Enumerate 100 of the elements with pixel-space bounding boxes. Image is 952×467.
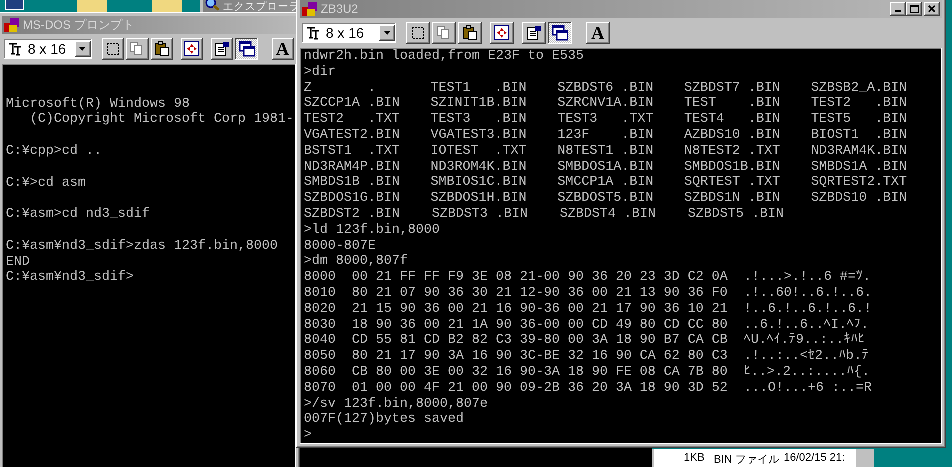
file-entry: TEST4 .BIN [684, 112, 780, 128]
copy-button[interactable] [432, 22, 456, 44]
hex-bytes: 18 90 36 00 21 1A 90 36-00 00 CD 49 80 CD CC 80 [352, 318, 728, 333]
file-entry: SMBDOS1B.BIN [684, 160, 780, 175]
console-line: 8000-807E [304, 238, 376, 254]
file-entry: SZBDS10 .BIN [811, 191, 908, 206]
four-arrows-icon [184, 41, 200, 57]
file-entry: AZBDS10 .BIN [684, 128, 780, 143]
window-title: ZB3U2 [321, 2, 360, 16]
file-entry: ND3RAM4P.BIN [304, 160, 400, 175]
ascii-dump: .!..60!..6.!..6. [744, 286, 872, 301]
full-screen-button[interactable] [490, 22, 514, 44]
file-entry: SMCCP1A .BIN [558, 175, 654, 190]
console-line: >/sv 123f.bin,8000,807e [304, 396, 488, 412]
hex-bytes: CD 55 81 CD B2 82 C3 39-80 00 3A 18 90 B7 CA CB [352, 333, 728, 348]
file-entry: TEST2 .TXT [304, 112, 400, 128]
ascii-dump: ﾍU.ﾍｲ.ﾃ9..:..ｷﾊﾋ [744, 333, 865, 348]
font-size-dropdown[interactable]: 8 x 16 [302, 23, 396, 43]
memory-address: 8010 [304, 286, 336, 301]
file-entry: SQRTEST2.TXT [811, 175, 908, 190]
console-line: (C)Copyright Microsoft Corp 1981- [28, 112, 294, 128]
file-entry: TEST1 .BIN [430, 80, 527, 96]
file-entry: TEST .BIN [684, 96, 780, 112]
file-date: 16/02/15 21: [784, 452, 846, 464]
console-line: C:¥asm¥nd3_sdif> [6, 270, 134, 286]
paste-button[interactable] [458, 22, 482, 44]
console-line: 007F(127)bytes saved [304, 412, 464, 428]
font-button[interactable]: A [272, 38, 294, 60]
console-line: C:¥>cd asm [6, 176, 86, 191]
file-entry: TEST3 .TXT [558, 112, 654, 128]
full-screen-button[interactable] [180, 38, 204, 60]
memory-address: 8030 [304, 318, 336, 333]
paste-icon [154, 41, 170, 57]
file-entry: N8TEST2 .TXT [684, 144, 780, 159]
memory-address: 8070 [304, 380, 336, 396]
close-icon [928, 5, 936, 13]
hex-bytes: 80 21 17 90 3A 16 90 3C-BE 32 16 90 CA 62 80 C3 [352, 349, 728, 364]
ascii-dump: .!...>.!..6 #=ﾂ. [744, 270, 871, 286]
console-line: END [6, 254, 30, 270]
background-button[interactable] [548, 22, 572, 44]
dashed-square-icon [410, 25, 426, 41]
paste-icon [462, 25, 478, 41]
file-entry: TEST5 .BIN [811, 112, 908, 128]
copy-button[interactable] [126, 38, 149, 60]
mark-button[interactable] [102, 38, 124, 60]
console-line: C:¥asm>cd nd3_sdif [6, 207, 150, 222]
properties-button[interactable] [210, 38, 234, 60]
console-line: ndwr2h.bin loaded,from E23F to E535 [304, 49, 584, 64]
font-icon [306, 26, 320, 40]
close-button[interactable] [924, 2, 940, 16]
file-entry: SZCCP1A .BIN [304, 96, 400, 112]
caret-icon [79, 47, 86, 51]
file-entry: SMBDS1B .BIN [304, 175, 400, 190]
console-line: C:¥cpp>cd .. [6, 144, 102, 159]
ascii-dump: ...O!...+6 :..=R [744, 380, 872, 396]
four-arrows-icon [494, 25, 510, 41]
copy-icon [436, 25, 452, 41]
ascii-dump: ﾋ..>.2..:....ﾊ{. [744, 364, 870, 380]
file-entry: 123F .BIN [558, 128, 654, 143]
hex-bytes: 01 00 00 4F 21 00 90 09-2B 36 20 3A 18 90 3D 52 [352, 380, 728, 396]
ascii-dump: ..6.!..6..ﾍI.ﾍﾌ. [744, 318, 869, 333]
file-entry: SZBDOST5.BIN [558, 191, 654, 206]
properties-icon [526, 25, 542, 41]
file-entry: SZBDST6 .BIN [558, 80, 654, 96]
font-size-dropdown[interactable]: 8 x 16 [4, 39, 92, 59]
file-type: BIN ファイル [714, 453, 780, 467]
console-line: >ld 123f.bin,8000 [304, 222, 440, 238]
maximize-button[interactable] [906, 2, 922, 16]
file-entry: SMBIOS1C.BIN [430, 175, 527, 190]
caret-icon [384, 31, 390, 35]
ascii-dump: !..6.!..6.!..6.! [744, 302, 872, 317]
console-line: >dm 8000,807f [304, 254, 408, 270]
memory-address: 8060 [304, 364, 336, 380]
window-title: MS-DOS プロンプト [23, 16, 136, 34]
scrollbar[interactable] [856, 449, 872, 467]
file-entry: SZBDST7 .BIN [684, 80, 780, 96]
file-size: 1KB [684, 452, 706, 464]
file-entry: IOTEST .TXT [430, 144, 527, 159]
file-entry: TEST3 .BIN [430, 112, 527, 128]
console-line: Microsoft(R) Windows 98 [6, 96, 190, 112]
file-entry: VGATEST2.BIN [304, 128, 400, 143]
file-entry: SZBDST3 .BIN [432, 206, 528, 222]
file-entry: SZBDS1N .BIN [684, 191, 780, 206]
maximize-icon [910, 5, 918, 13]
paste-button[interactable] [150, 38, 173, 60]
mark-button[interactable] [406, 22, 430, 44]
file-entry: SZRCNV1A.BIN [558, 96, 654, 112]
minimize-button[interactable] [890, 2, 906, 16]
file-entry: SZBDST4 .BIN [560, 206, 656, 222]
file-entry: SZBDST2 .BIN [304, 206, 400, 222]
hex-bytes: CB 80 00 3E 00 32 16 90-3A 18 90 FE 08 CA 7B 80 [352, 364, 728, 380]
file-entry: BIOST1 .BIN [811, 128, 908, 143]
properties-button[interactable] [522, 22, 546, 44]
hex-bytes: 21 15 90 36 00 21 16 90-36 00 21 17 90 36 10 21 [352, 302, 728, 317]
font-button[interactable]: A [586, 22, 610, 44]
file-entry: BSTST1 .TXT [304, 144, 400, 159]
file-entry: Z . [304, 80, 376, 96]
hex-bytes: 80 21 07 90 36 30 21 12-90 36 00 21 13 90 36 F0 [352, 286, 728, 301]
file-entry: SZBDST5 .BIN [688, 206, 784, 222]
file-entry: ND3ROM4K.BIN [430, 160, 527, 175]
